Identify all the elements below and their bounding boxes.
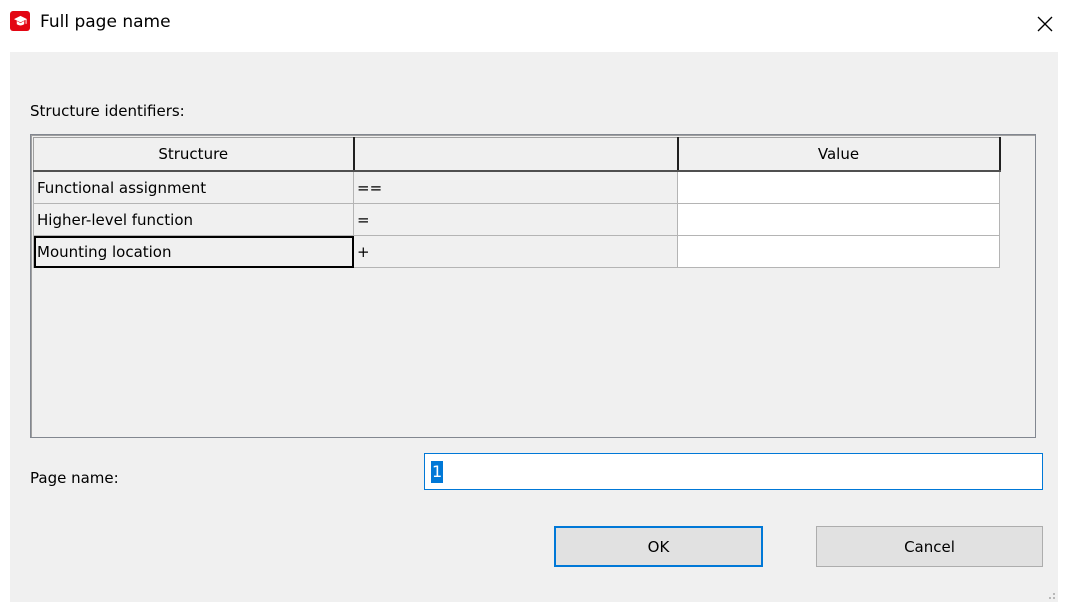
column-header-symbol[interactable] <box>353 137 679 172</box>
dialog-body: Structure identifiers: Structure Value F… <box>10 52 1058 602</box>
column-header-structure[interactable]: Structure <box>33 137 355 172</box>
resize-grip-icon[interactable] <box>1046 590 1056 600</box>
page-name-label: Page name: <box>30 469 119 487</box>
app-icon <box>10 11 30 31</box>
table-header-row: Structure Value <box>33 137 1001 172</box>
structure-value-cell[interactable] <box>677 235 1000 268</box>
ok-button[interactable]: OK <box>554 526 763 567</box>
cancel-button[interactable]: Cancel <box>816 526 1043 567</box>
window-title: Full page name <box>40 12 171 32</box>
structure-value-cell[interactable] <box>677 170 1000 204</box>
structure-name-cell[interactable]: Higher-level function <box>33 203 354 236</box>
structure-name-cell[interactable]: Functional assignment <box>33 170 354 204</box>
structure-symbol-cell: == <box>353 170 678 204</box>
structure-value-cell[interactable] <box>677 203 1000 236</box>
column-header-value[interactable]: Value <box>677 137 1001 172</box>
structure-symbol-cell: + <box>353 235 678 268</box>
page-name-value: 1 <box>431 460 444 483</box>
table-row[interactable]: Functional assignment == <box>33 170 1000 204</box>
structure-name-cell[interactable]: Mounting location <box>33 235 354 268</box>
close-icon <box>1037 16 1053 32</box>
page-name-input[interactable]: 1 <box>424 453 1043 490</box>
structure-symbol-cell: = <box>353 203 678 236</box>
close-button[interactable] <box>1022 0 1068 48</box>
table-row[interactable]: Mounting location + <box>33 235 1000 268</box>
title-bar: Full page name <box>0 0 1068 52</box>
structure-grid[interactable]: Structure Value Functional assignment ==… <box>30 134 1036 438</box>
structure-table: Structure Value Functional assignment ==… <box>33 137 1001 268</box>
table-row[interactable]: Higher-level function = <box>33 203 1000 236</box>
structure-identifiers-label: Structure identifiers: <box>30 102 185 120</box>
graduation-cap-icon <box>13 15 27 25</box>
